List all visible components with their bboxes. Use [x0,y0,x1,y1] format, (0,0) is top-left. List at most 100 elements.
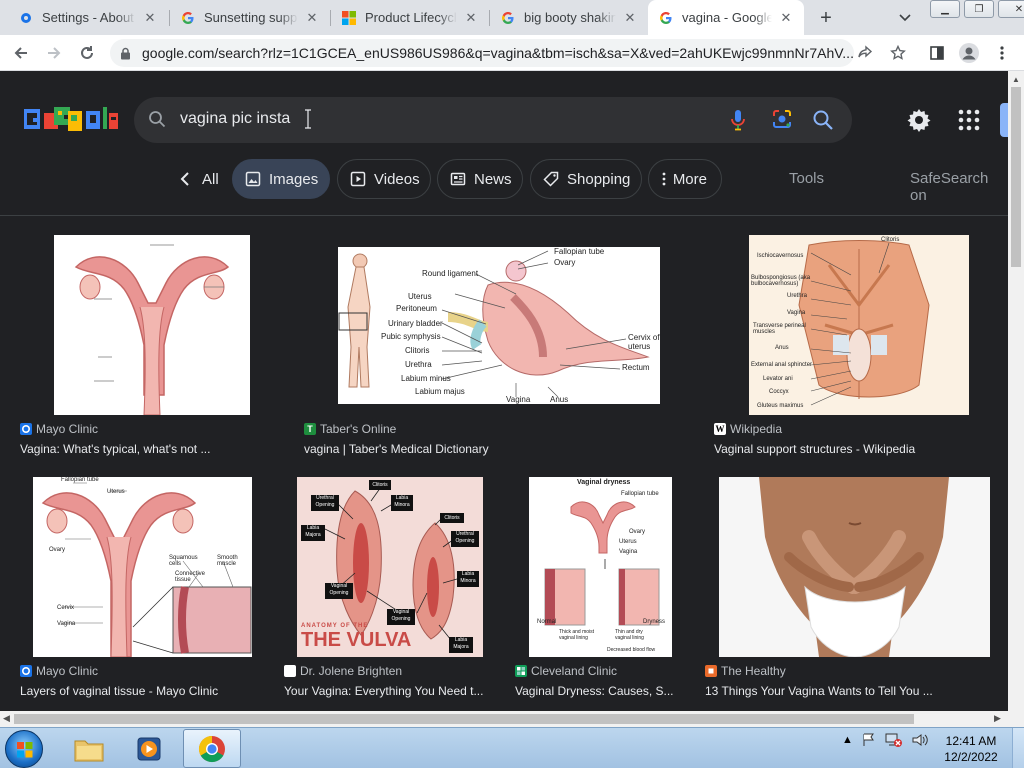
result-thumbnail[interactable]: Vaginal dryness Fallopian tube Ovary Ute… [529,477,672,657]
close-tab-icon[interactable]: ✕ [304,10,320,26]
chip-more[interactable]: More [648,159,722,199]
search-input[interactable]: vagina pic insta [180,110,290,128]
folder-icon [74,740,104,761]
chip-shopping[interactable]: Shopping [530,159,642,199]
scroll-left-arrow-icon[interactable]: ◀ [3,713,10,724]
show-desktop-button[interactable] [1012,728,1024,768]
profile-avatar[interactable] [957,41,981,65]
result-caption[interactable]: 13 Things Your Vagina Wants to Tell You … [705,684,995,698]
address-bar[interactable]: google.com/search?rlz=1C1GCEA_enUS986US9… [110,39,854,67]
tab-search-history[interactable]: big booty shaking ✕ [490,0,648,35]
close-tab-icon[interactable]: ✕ [463,10,479,26]
tab-active-search[interactable]: vagina - Google Search ✕ [648,0,804,35]
horizontal-scroll-thumb[interactable] [14,714,914,724]
voice-search-mic-icon[interactable] [728,109,748,131]
video-play-icon [350,170,366,188]
show-hidden-icons-chevron-icon[interactable]: ▲ [842,734,853,746]
minimize-button[interactable]: ▁ [930,0,960,18]
taskbar-clock[interactable]: 12:41 AM 12/2/2022 [936,733,1006,765]
chip-all[interactable]: All [164,159,233,199]
side-panel-icon[interactable] [925,41,949,65]
scroll-up-arrow-icon[interactable]: ▲ [1012,75,1020,84]
network-disconnected-icon[interactable] [885,732,903,748]
result-source[interactable]: W Wikipedia [714,422,782,436]
tab-title: big booty shaking [524,10,616,25]
result-thumbnail[interactable] [719,477,990,657]
google-lens-camera-icon[interactable] [771,108,793,130]
chip-news[interactable]: News [437,159,523,199]
result-source[interactable]: Mayo Clinic [20,664,98,678]
result-source[interactable]: Dr. Jolene Brighten [284,664,402,678]
reload-button[interactable] [75,41,99,65]
taskbar-chrome[interactable] [183,729,241,768]
tab-sunsetting[interactable]: Sunsetting support for ✕ [170,0,330,35]
chip-videos[interactable]: Videos [337,159,431,199]
scroll-right-arrow-icon[interactable]: ▶ [994,713,1001,724]
more-vert-icon [661,170,667,188]
vertical-scrollbar[interactable]: ▲ [1008,71,1024,711]
header-divider [0,215,1008,216]
google-doodle-logo[interactable] [24,105,118,133]
account-avatar[interactable] [1000,103,1008,137]
horizontal-scrollbar[interactable]: ◀ ▶ [0,711,1024,727]
chip-label: Shopping [567,170,631,188]
close-tab-icon[interactable]: ✕ [142,10,158,26]
result-caption[interactable]: Vaginal support structures - Wikipedia [714,442,1004,456]
tab-title: Sunsetting support for [204,10,298,25]
start-button[interactable] [5,730,43,768]
result-source[interactable]: T Taber's Online [304,422,396,436]
result-thumbnail[interactable] [54,235,250,415]
bookmark-star-icon[interactable] [886,41,910,65]
result-caption[interactable]: Layers of vaginal tissue - Mayo Clinic [20,684,260,698]
tab-product-lifecycle[interactable]: Product Lifecycle ✕ [331,0,489,35]
result-source[interactable]: The Healthy [705,664,786,678]
tab-settings[interactable]: Settings - About Chrome ✕ [8,0,168,35]
forward-button[interactable] [42,41,66,65]
chip-label: More [672,170,707,188]
tabers-favicon: T [304,423,316,435]
result-thumbnail[interactable]: Fallopian tube Uterus Ovary Squamous cell… [33,477,252,657]
search-icon [148,110,166,128]
back-button[interactable] [9,41,33,65]
search-filter-chips: All Images Videos News Shopping More Too… [0,159,1008,204]
result-thumbnail[interactable]: Clitoris Urethral Opening Labia Minora Lab… [297,477,483,657]
mayo-clinic-favicon [20,665,32,677]
result-caption[interactable]: Vagina: What's typical, what's not ... [20,442,240,456]
window-close-button[interactable]: ✕ [998,0,1024,18]
google-apps-grid-icon[interactable] [958,109,980,131]
result-caption[interactable]: Vaginal Dryness: Causes, S... [515,684,679,698]
share-icon[interactable] [853,41,877,65]
dr-jolene-brighten-favicon [284,665,296,677]
vertical-scroll-thumb[interactable] [1011,87,1021,267]
chip-images[interactable]: Images [232,159,330,199]
result-source[interactable]: Mayo Clinic [20,422,98,436]
clock-date: 12/2/2022 [944,750,998,764]
source-name: Mayo Clinic [36,664,99,678]
volume-speaker-icon[interactable] [911,732,929,748]
close-tab-icon[interactable]: ✕ [622,10,638,26]
search-box[interactable]: vagina pic insta [134,97,852,143]
source-name: Cleveland Clinic [531,664,618,678]
taskbar-file-explorer[interactable] [60,729,118,768]
chrome-menu-icon[interactable] [990,41,1014,65]
lock-icon[interactable] [120,46,132,60]
action-center-flag-icon[interactable] [861,732,877,748]
result-caption[interactable]: Your Vagina: Everything You Need t... [284,684,488,698]
url-text[interactable]: google.com/search?rlz=1C1GCEA_enUS986US9… [142,45,854,61]
result-source[interactable]: Cleveland Clinic [515,664,617,678]
chip-label: All [202,170,219,188]
taskbar-media-player[interactable] [120,729,178,768]
restore-button[interactable]: ❐ [964,0,994,18]
the-healthy-favicon [705,665,717,677]
tab-search-chevron-icon[interactable] [896,6,914,30]
close-tab-icon[interactable]: ✕ [778,10,794,26]
safesearch-link[interactable]: SafeSearch on [910,170,1008,204]
result-caption[interactable]: vagina | Taber's Medical Dictionary [304,442,664,456]
search-submit-icon[interactable] [812,109,834,131]
new-tab-button[interactable]: + [814,6,838,30]
tools-link[interactable]: Tools [789,170,824,187]
result-thumbnail[interactable]: Clitoris Ischiocavernosus Bulbospongiosu… [749,235,969,415]
window-controls: ▁ ❐ ✕ [928,0,1024,18]
settings-gear-icon[interactable] [906,107,932,133]
result-thumbnail[interactable]: Fallopian tube Ovary Round ligament Uter… [338,247,660,404]
